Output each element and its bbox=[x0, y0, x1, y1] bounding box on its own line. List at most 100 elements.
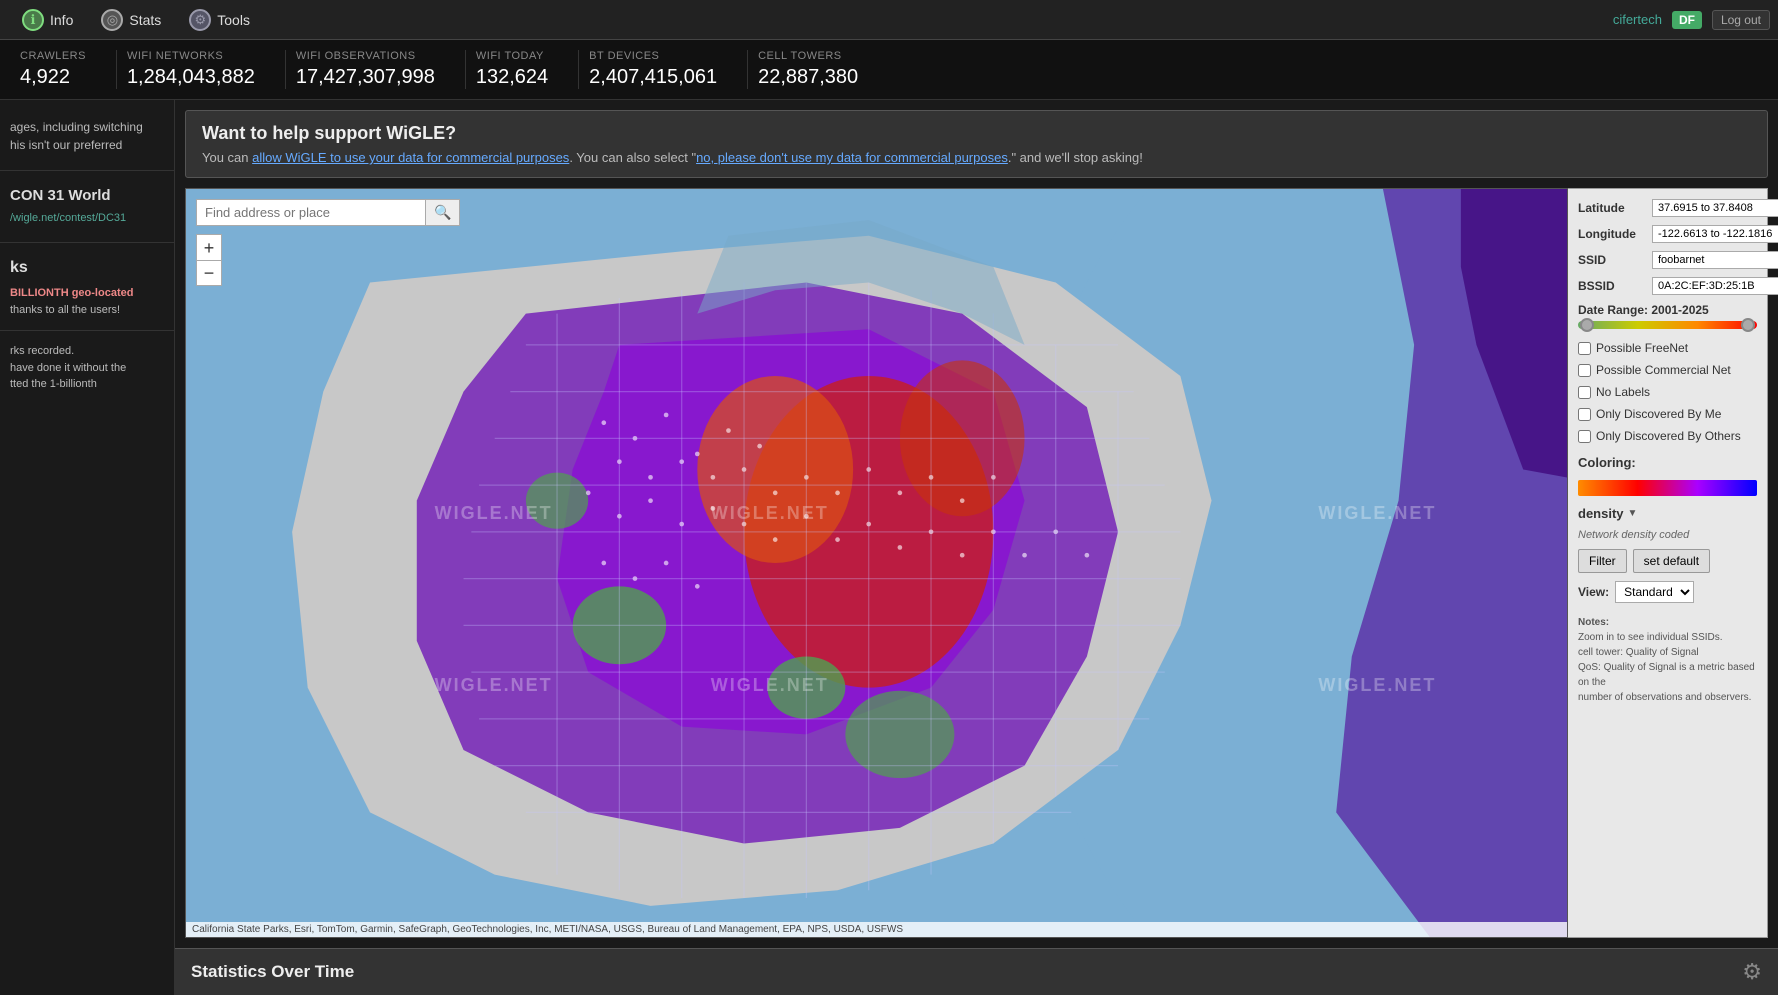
map-wrapper[interactable]: WIGLE.NET WIGLE.NET WIGLE.NET WIGLE.NET … bbox=[185, 188, 1568, 938]
date-range-slider[interactable] bbox=[1578, 321, 1757, 329]
allow-commercial-link[interactable]: allow WiGLE to use your data for commerc… bbox=[252, 150, 569, 165]
stat-crawlers: CRAWLERS 4,922 bbox=[10, 50, 117, 89]
stat-wifi-today-label: WIFI TODAY bbox=[476, 50, 548, 62]
no-commercial-link[interactable]: no, please don't use my data for commerc… bbox=[696, 150, 1008, 165]
coloring-select-row: density ▼ bbox=[1578, 506, 1757, 521]
stat-cell-towers-label: CELL TOWERS bbox=[758, 50, 858, 62]
range-thumb-left[interactable] bbox=[1580, 318, 1594, 332]
date-range-section: Date Range: 2001-2025 bbox=[1578, 303, 1757, 333]
stat-wifi-networks-label: WIFI NETWORKS bbox=[127, 50, 255, 62]
longitude-label: Longitude bbox=[1578, 227, 1648, 241]
coloring-label: Coloring: bbox=[1578, 455, 1757, 470]
support-banner: Want to help support WiGLE? You can allo… bbox=[185, 110, 1768, 178]
contest-title: CON 31 World bbox=[10, 187, 164, 204]
content-area: Want to help support WiGLE? You can allo… bbox=[175, 100, 1778, 995]
longitude-row: Longitude bbox=[1578, 225, 1757, 243]
latitude-input[interactable] bbox=[1652, 199, 1778, 217]
stats-bar: CRAWLERS 4,922 WIFI NETWORKS 1,284,043,8… bbox=[0, 40, 1778, 100]
nav-info-label: Info bbox=[50, 12, 73, 28]
stat-cell-towers-value: 22,887,380 bbox=[758, 66, 858, 89]
stat-crawlers-label: CRAWLERS bbox=[20, 50, 86, 62]
zoom-in-button[interactable]: + bbox=[196, 234, 222, 260]
stat-wifi-observations-label: WIFI OBSERVATIONS bbox=[296, 50, 435, 62]
range-thumb-right[interactable] bbox=[1741, 318, 1755, 332]
view-select[interactable]: Standard Satellite Terrain bbox=[1615, 581, 1694, 603]
stat-cell-towers: CELL TOWERS 22,887,380 bbox=[748, 50, 888, 89]
ssid-row: SSID bbox=[1578, 251, 1757, 269]
top-navigation: ℹ Info ◎ Stats ⚙ Tools cifertech DF Log … bbox=[0, 0, 1778, 40]
freenet-label: Possible FreeNet bbox=[1596, 341, 1688, 355]
filter-button[interactable]: Filter bbox=[1578, 549, 1627, 573]
sidebar-contest: CON 31 World /wigle.net/contest/DC31 bbox=[0, 179, 174, 234]
checkbox-freenet: Possible FreeNet bbox=[1578, 341, 1757, 355]
longitude-input[interactable] bbox=[1652, 225, 1778, 243]
discovered-me-checkbox[interactable] bbox=[1578, 408, 1591, 421]
nav-stats[interactable]: ◎ Stats bbox=[87, 0, 175, 39]
sidebar-body-text: BILLIONTH geo-located thanks to all the … bbox=[0, 281, 174, 322]
coloring-value: density bbox=[1578, 506, 1624, 521]
nolabels-checkbox[interactable] bbox=[1578, 386, 1591, 399]
contest-link[interactable]: /wigle.net/contest/DC31 bbox=[10, 212, 126, 224]
discovered-others-label: Only Discovered By Others bbox=[1596, 429, 1741, 443]
checkbox-discovered-others: Only Discovered By Others bbox=[1578, 429, 1757, 443]
stat-wifi-networks-value: 1,284,043,882 bbox=[127, 66, 255, 89]
brand-link[interactable]: cifertech bbox=[1613, 12, 1662, 27]
sidebar-intro-text: ages, including switching his isn't our … bbox=[0, 110, 174, 162]
ssid-input[interactable] bbox=[1652, 251, 1778, 269]
support-text: You can allow WiGLE to use your data for… bbox=[202, 150, 1751, 165]
stat-bt-devices-value: 2,407,415,061 bbox=[589, 66, 717, 89]
zoom-out-button[interactable]: − bbox=[196, 260, 222, 286]
stat-wifi-networks: WIFI NETWORKS 1,284,043,882 bbox=[117, 50, 286, 89]
view-row: View: Standard Satellite Terrain bbox=[1578, 581, 1757, 603]
main-layout: ages, including switching his isn't our … bbox=[0, 100, 1778, 995]
map-search-input[interactable] bbox=[196, 199, 426, 226]
map-search-button[interactable]: 🔍 bbox=[426, 199, 460, 226]
map-button-row: Filter set default bbox=[1578, 549, 1757, 573]
info-icon: ℹ bbox=[22, 9, 44, 31]
coloring-dropdown-icon[interactable]: ▼ bbox=[1628, 508, 1638, 519]
nav-stats-label: Stats bbox=[129, 12, 161, 28]
stats-icon: ◎ bbox=[101, 9, 123, 31]
stats-footer: Statistics Over Time ⚙ bbox=[175, 948, 1778, 995]
sidebar-body-extra: rks recorded. have done it without the t… bbox=[0, 339, 174, 397]
date-range-label: Date Range: 2001-2025 bbox=[1578, 303, 1757, 317]
map-attribution: California State Parks, Esri, TomTom, Ga… bbox=[186, 922, 1567, 937]
stat-wifi-today: WIFI TODAY 132,624 bbox=[466, 50, 579, 89]
coloring-desc: Network density coded bbox=[1578, 529, 1757, 541]
bssid-input[interactable] bbox=[1652, 277, 1778, 295]
map-panel: WIGLE.NET WIGLE.NET WIGLE.NET WIGLE.NET … bbox=[185, 188, 1768, 938]
nav-info[interactable]: ℹ Info bbox=[8, 0, 87, 39]
stat-bt-devices-label: BT DEVICES bbox=[589, 50, 717, 62]
freenet-checkbox[interactable] bbox=[1578, 342, 1591, 355]
set-default-button[interactable]: set default bbox=[1633, 549, 1710, 573]
sidebar: ages, including switching his isn't our … bbox=[0, 100, 175, 995]
notes-line4: QoS: Quality of Signal is a metric based… bbox=[1578, 662, 1755, 688]
stat-wifi-today-value: 132,624 bbox=[476, 66, 548, 89]
map-sidebar-panel: Latitude Longitude SSID BSSID bbox=[1568, 188, 1768, 938]
coloring-gradient bbox=[1578, 480, 1757, 496]
map-svg bbox=[186, 189, 1567, 937]
notes-line2: Zoom in to see individual SSIDs. bbox=[1578, 632, 1723, 643]
map-notes: Notes: Zoom in to see individual SSIDs. … bbox=[1578, 615, 1757, 705]
stats-footer-title: Statistics Over Time bbox=[191, 962, 354, 982]
nav-right-section: cifertech DF Log out bbox=[1613, 10, 1770, 30]
sidebar-section-title: ks bbox=[0, 251, 174, 281]
stat-wifi-observations-value: 17,427,307,998 bbox=[296, 66, 435, 89]
nav-tools[interactable]: ⚙ Tools bbox=[175, 0, 264, 39]
stat-wifi-observations: WIFI OBSERVATIONS 17,427,307,998 bbox=[286, 50, 466, 89]
ssid-label: SSID bbox=[1578, 253, 1648, 267]
discovered-me-label: Only Discovered By Me bbox=[1596, 407, 1721, 421]
logout-button[interactable]: Log out bbox=[1712, 10, 1770, 30]
notes-line3: cell tower: Quality of Signal bbox=[1578, 647, 1699, 658]
commercial-checkbox[interactable] bbox=[1578, 364, 1591, 377]
checkbox-discovered-me: Only Discovered By Me bbox=[1578, 407, 1757, 421]
checkbox-commercial: Possible Commercial Net bbox=[1578, 363, 1757, 377]
stat-bt-devices: BT DEVICES 2,407,415,061 bbox=[579, 50, 748, 89]
latitude-row: Latitude bbox=[1578, 199, 1757, 217]
support-title: Want to help support WiGLE? bbox=[202, 123, 1751, 144]
discovered-others-checkbox[interactable] bbox=[1578, 430, 1591, 443]
nav-tools-label: Tools bbox=[217, 12, 250, 28]
stat-crawlers-value: 4,922 bbox=[20, 66, 86, 89]
notes-line5: number of observations and observers. bbox=[1578, 692, 1751, 703]
bssid-label: BSSID bbox=[1578, 279, 1648, 293]
